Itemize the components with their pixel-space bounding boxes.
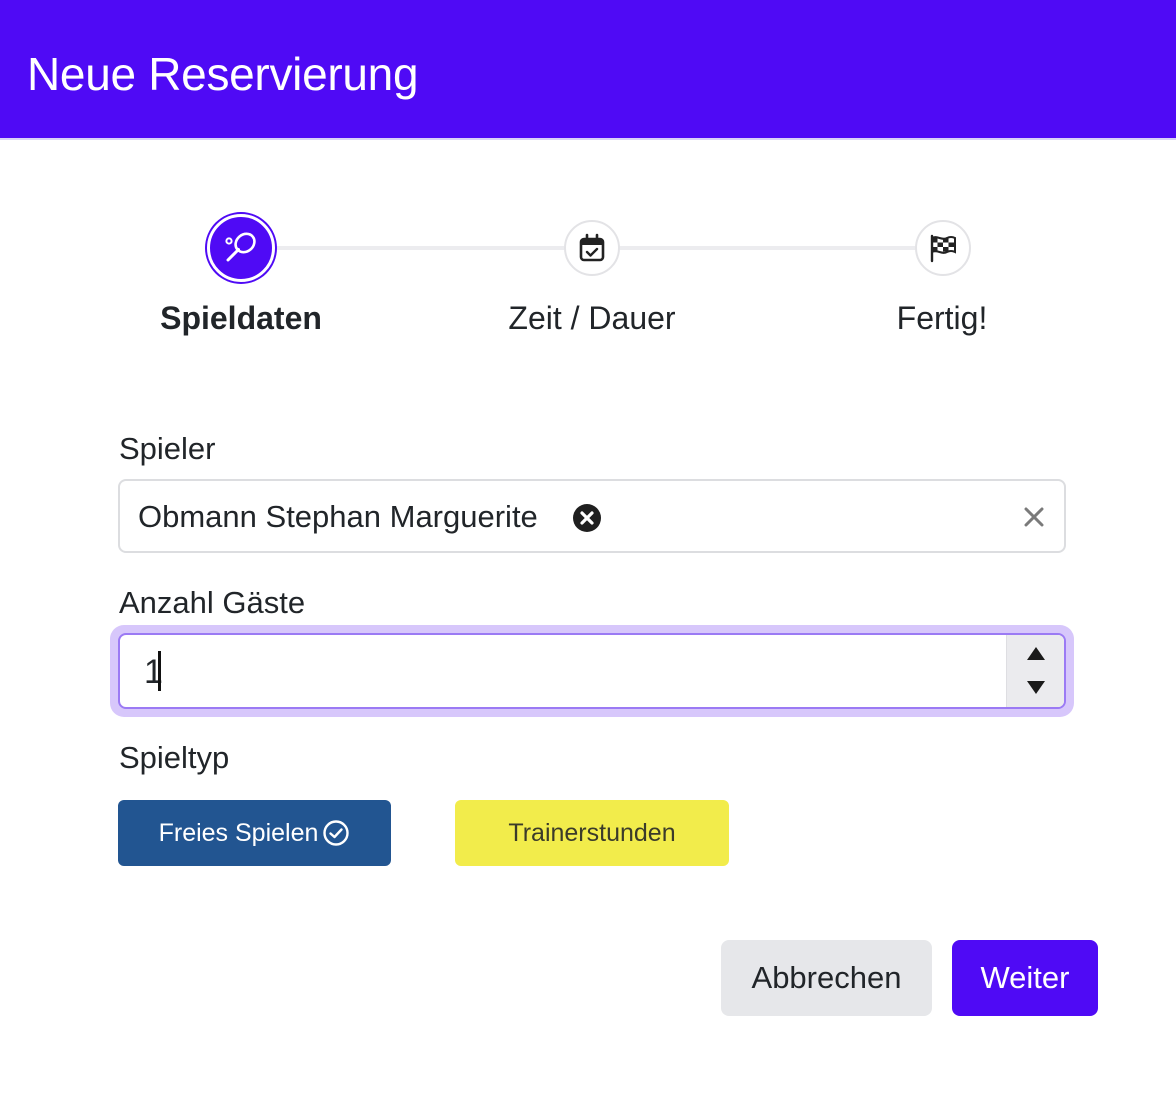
stepper-connector bbox=[619, 246, 916, 250]
modal-title: Neue Reservierung bbox=[27, 48, 419, 100]
step-label-zeit-dauer: Zeit / Dauer bbox=[508, 300, 676, 336]
check-circle-icon bbox=[323, 820, 350, 846]
game-type-free-label: Freies Spielen bbox=[158, 819, 319, 847]
game-type-label: Spieltyp bbox=[119, 740, 230, 775]
decrement-arrow-icon[interactable] bbox=[1027, 681, 1045, 694]
player-select[interactable]: Obmann Stephan Marguerite bbox=[118, 479, 1066, 553]
finish-flag-icon bbox=[930, 234, 956, 263]
stepper-connector bbox=[275, 246, 565, 250]
step-label-fertig: Fertig! bbox=[896, 300, 988, 336]
increment-arrow-icon[interactable] bbox=[1027, 647, 1045, 660]
remove-player-icon[interactable] bbox=[572, 503, 602, 533]
clear-selection-icon[interactable] bbox=[1020, 503, 1048, 531]
guests-stepper[interactable] bbox=[1006, 635, 1064, 707]
player-label: Spieler bbox=[119, 431, 216, 466]
guests-number-input[interactable]: 1 bbox=[118, 633, 1066, 709]
modal-header: Neue Reservierung bbox=[0, 0, 1176, 140]
text-caret bbox=[158, 651, 161, 691]
guests-focus-ring: 1 bbox=[110, 625, 1074, 717]
step-zeit-dauer[interactable] bbox=[564, 220, 620, 276]
selected-player: Obmann Stephan Marguerite bbox=[138, 499, 538, 534]
game-type-trainer-label: Trainerstunden bbox=[508, 819, 676, 847]
next-button[interactable]: Weiter bbox=[952, 940, 1098, 1016]
game-type-free-button[interactable]: Freies Spielen bbox=[118, 800, 391, 866]
step-fertig[interactable] bbox=[915, 220, 971, 276]
step-label-spieldaten: Spieldaten bbox=[160, 300, 322, 336]
game-type-trainer-button[interactable]: Trainerstunden bbox=[455, 800, 729, 866]
guests-label: Anzahl Gäste bbox=[119, 585, 306, 620]
step-spieldaten[interactable] bbox=[207, 214, 275, 282]
calendar-check-icon bbox=[579, 233, 605, 262]
tennis-racket-icon bbox=[225, 232, 256, 262]
cancel-button[interactable]: Abbrechen bbox=[721, 940, 932, 1016]
